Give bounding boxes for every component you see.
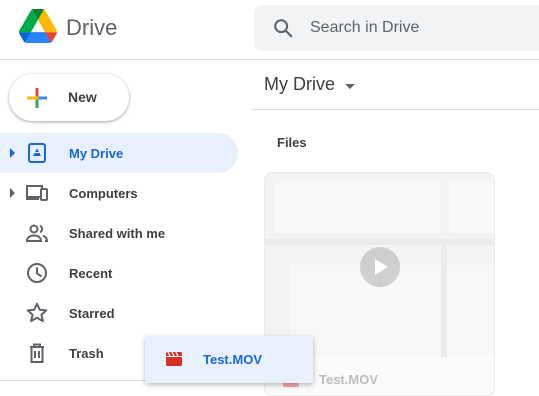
app-header: Drive [0, 0, 539, 60]
file-name: Test.MOV [319, 372, 378, 387]
search-bar[interactable] [254, 5, 539, 51]
search-input[interactable] [310, 5, 539, 51]
dropdown-caret-icon[interactable] [345, 84, 355, 89]
page-title[interactable]: My Drive [264, 74, 335, 95]
sidebar-item-label: My Drive [69, 146, 124, 161]
sidebar-item-shared-with-me[interactable]: Shared with me [0, 213, 238, 253]
sidebar-item-label: Computers [69, 186, 138, 201]
expand-caret-icon[interactable] [10, 148, 15, 158]
sidebar-item-label: Recent [69, 266, 113, 281]
search-icon[interactable] [272, 17, 294, 39]
content-divider [252, 109, 539, 110]
shared-with-me-icon [25, 224, 49, 242]
dragged-file-name: Test.MOV [203, 352, 262, 367]
sidebar-item-computers[interactable]: Computers [0, 173, 238, 213]
sidebar-item-starred[interactable]: Starred [0, 293, 238, 333]
drive-logo-icon[interactable] [19, 9, 57, 43]
video-file-icon [166, 352, 182, 366]
video-thumbnail[interactable] [265, 173, 494, 357]
my-drive-icon [28, 143, 46, 163]
files-section-label: Files [277, 135, 307, 150]
dragged-file-chip[interactable]: Test.MOV [145, 336, 313, 383]
sidebar-item-my-drive[interactable]: My Drive [0, 133, 238, 173]
sidebar-item-label: Trash [69, 346, 104, 361]
play-button-icon[interactable] [360, 247, 400, 287]
star-icon [26, 302, 48, 323]
new-button-label: New [68, 89, 97, 105]
new-button[interactable]: New [9, 74, 129, 121]
sidebar-item-recent[interactable]: Recent [0, 253, 238, 293]
expand-caret-icon[interactable] [10, 188, 15, 198]
clock-icon [27, 263, 47, 283]
computers-icon [26, 185, 48, 201]
sidebar-item-label: Starred [69, 306, 115, 321]
trash-icon [30, 343, 44, 363]
app-name: Drive [66, 15, 118, 40]
sidebar-item-label: Shared with me [69, 226, 166, 241]
plus-icon [27, 88, 47, 108]
